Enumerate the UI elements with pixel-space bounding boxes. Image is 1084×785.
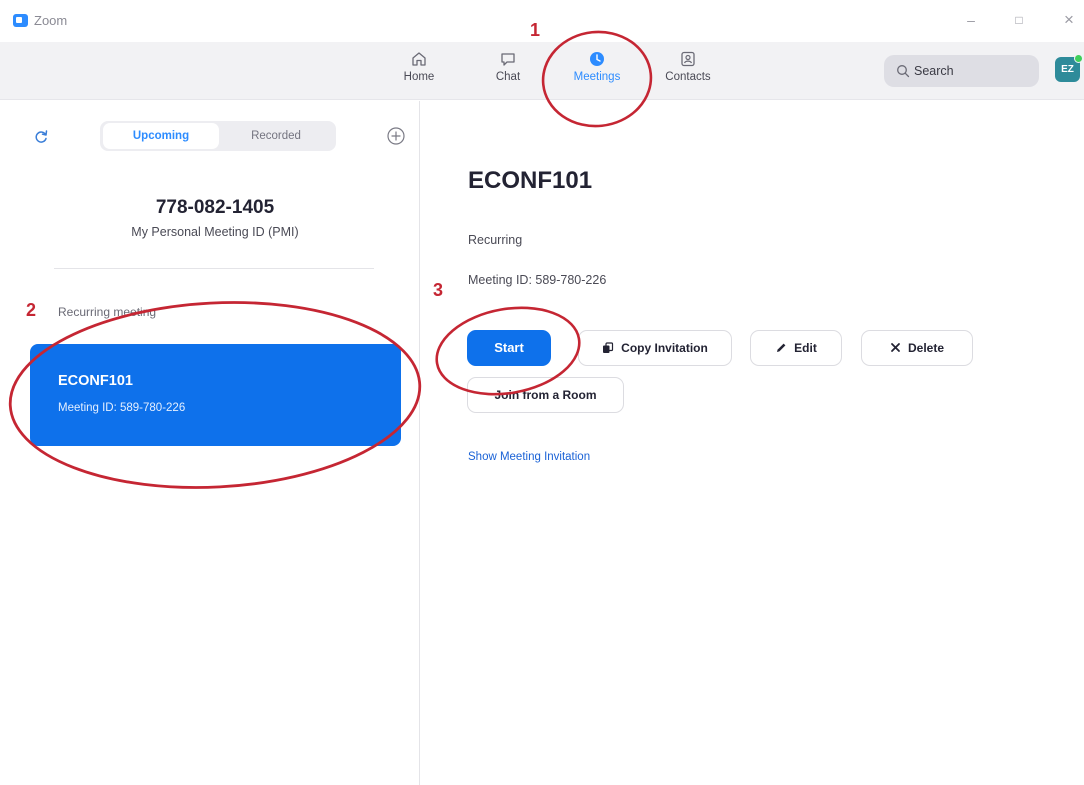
join-from-room-button[interactable]: Join from a Room: [467, 377, 624, 413]
meeting-id: Meeting ID: 589-780-226: [468, 273, 607, 287]
meeting-detail-panel: ECONF101 Recurring Meeting ID: 589-780-2…: [421, 101, 1084, 785]
search-icon: [897, 65, 910, 78]
copy-icon: [603, 342, 614, 353]
start-button[interactable]: Start: [467, 330, 551, 366]
online-status-dot: [1074, 54, 1083, 63]
maximize-button[interactable]: □: [1008, 10, 1030, 30]
contacts-icon: [681, 51, 695, 67]
minimize-button[interactable]: –: [960, 10, 982, 30]
tab-upcoming[interactable]: Upcoming: [103, 123, 219, 149]
show-meeting-invitation-link[interactable]: Show Meeting Invitation: [468, 451, 590, 463]
nav-tab-home[interactable]: Home: [382, 50, 456, 96]
close-icon: [891, 343, 900, 353]
app-title: Zoom: [34, 13, 68, 28]
meetings-list-panel: Upcoming Recorded 778-082-1405 My Person…: [0, 101, 420, 785]
pmi-label: My Personal Meeting ID (PMI): [131, 225, 299, 239]
edit-button[interactable]: Edit: [750, 330, 842, 366]
meeting-recurrence: Recurring: [468, 233, 523, 247]
nav-label-chat: Chat: [495, 71, 521, 83]
annotation-number-1: 1: [530, 20, 541, 40]
close-button[interactable]: ×: [1058, 10, 1080, 30]
meeting-list-item-econf101[interactable]: ECONF101 Meeting ID: 589-780-226: [30, 344, 401, 446]
delete-label: Delete: [907, 341, 945, 355]
annotation-number-2: 2: [26, 300, 37, 320]
copy-invitation-button[interactable]: Copy Invitation: [578, 330, 732, 366]
refresh-icon[interactable]: [32, 128, 50, 146]
meeting-topic: ECONF101: [468, 167, 593, 194]
join-from-room-label: Join from a Room: [494, 388, 597, 402]
nav-tab-meetings[interactable]: Meetings: [560, 50, 634, 96]
edit-label: Edit: [794, 341, 817, 355]
start-button-label: Start: [494, 340, 524, 355]
chat-icon: [501, 53, 515, 66]
nav-label-meetings: Meetings: [573, 71, 621, 83]
nav-tab-contacts[interactable]: Contacts: [651, 50, 725, 96]
clock-icon: [590, 52, 604, 66]
copy-invitation-label: Copy Invitation: [621, 341, 708, 355]
zoom-logo-icon: [13, 14, 28, 27]
meetings-segmented-control: Upcoming Recorded: [100, 121, 336, 151]
delete-button[interactable]: Delete: [861, 330, 973, 366]
nav-label-home: Home: [403, 71, 435, 83]
home-icon: [412, 52, 426, 66]
divider: [54, 268, 374, 269]
nav-tab-chat[interactable]: Chat: [471, 50, 545, 96]
annotation-number-3: 3: [433, 280, 444, 300]
meeting-item-title: ECONF101: [58, 373, 133, 389]
search-box[interactable]: [884, 55, 1039, 87]
pencil-icon: [777, 343, 786, 352]
add-meeting-icon[interactable]: [386, 126, 406, 146]
search-input[interactable]: [914, 62, 1029, 80]
title-bar: Zoom – □ ×: [0, 0, 1084, 42]
pmi-number[interactable]: 778-082-1405: [0, 197, 430, 219]
tab-recorded[interactable]: Recorded: [218, 123, 334, 149]
top-nav-bar: Home Chat Meetings Contacts EZ: [0, 42, 1084, 100]
meeting-item-id: Meeting ID: 589-780-226: [58, 402, 186, 414]
nav-label-contacts: Contacts: [665, 71, 711, 83]
section-label-recurring: Recurring meeting: [58, 305, 157, 319]
